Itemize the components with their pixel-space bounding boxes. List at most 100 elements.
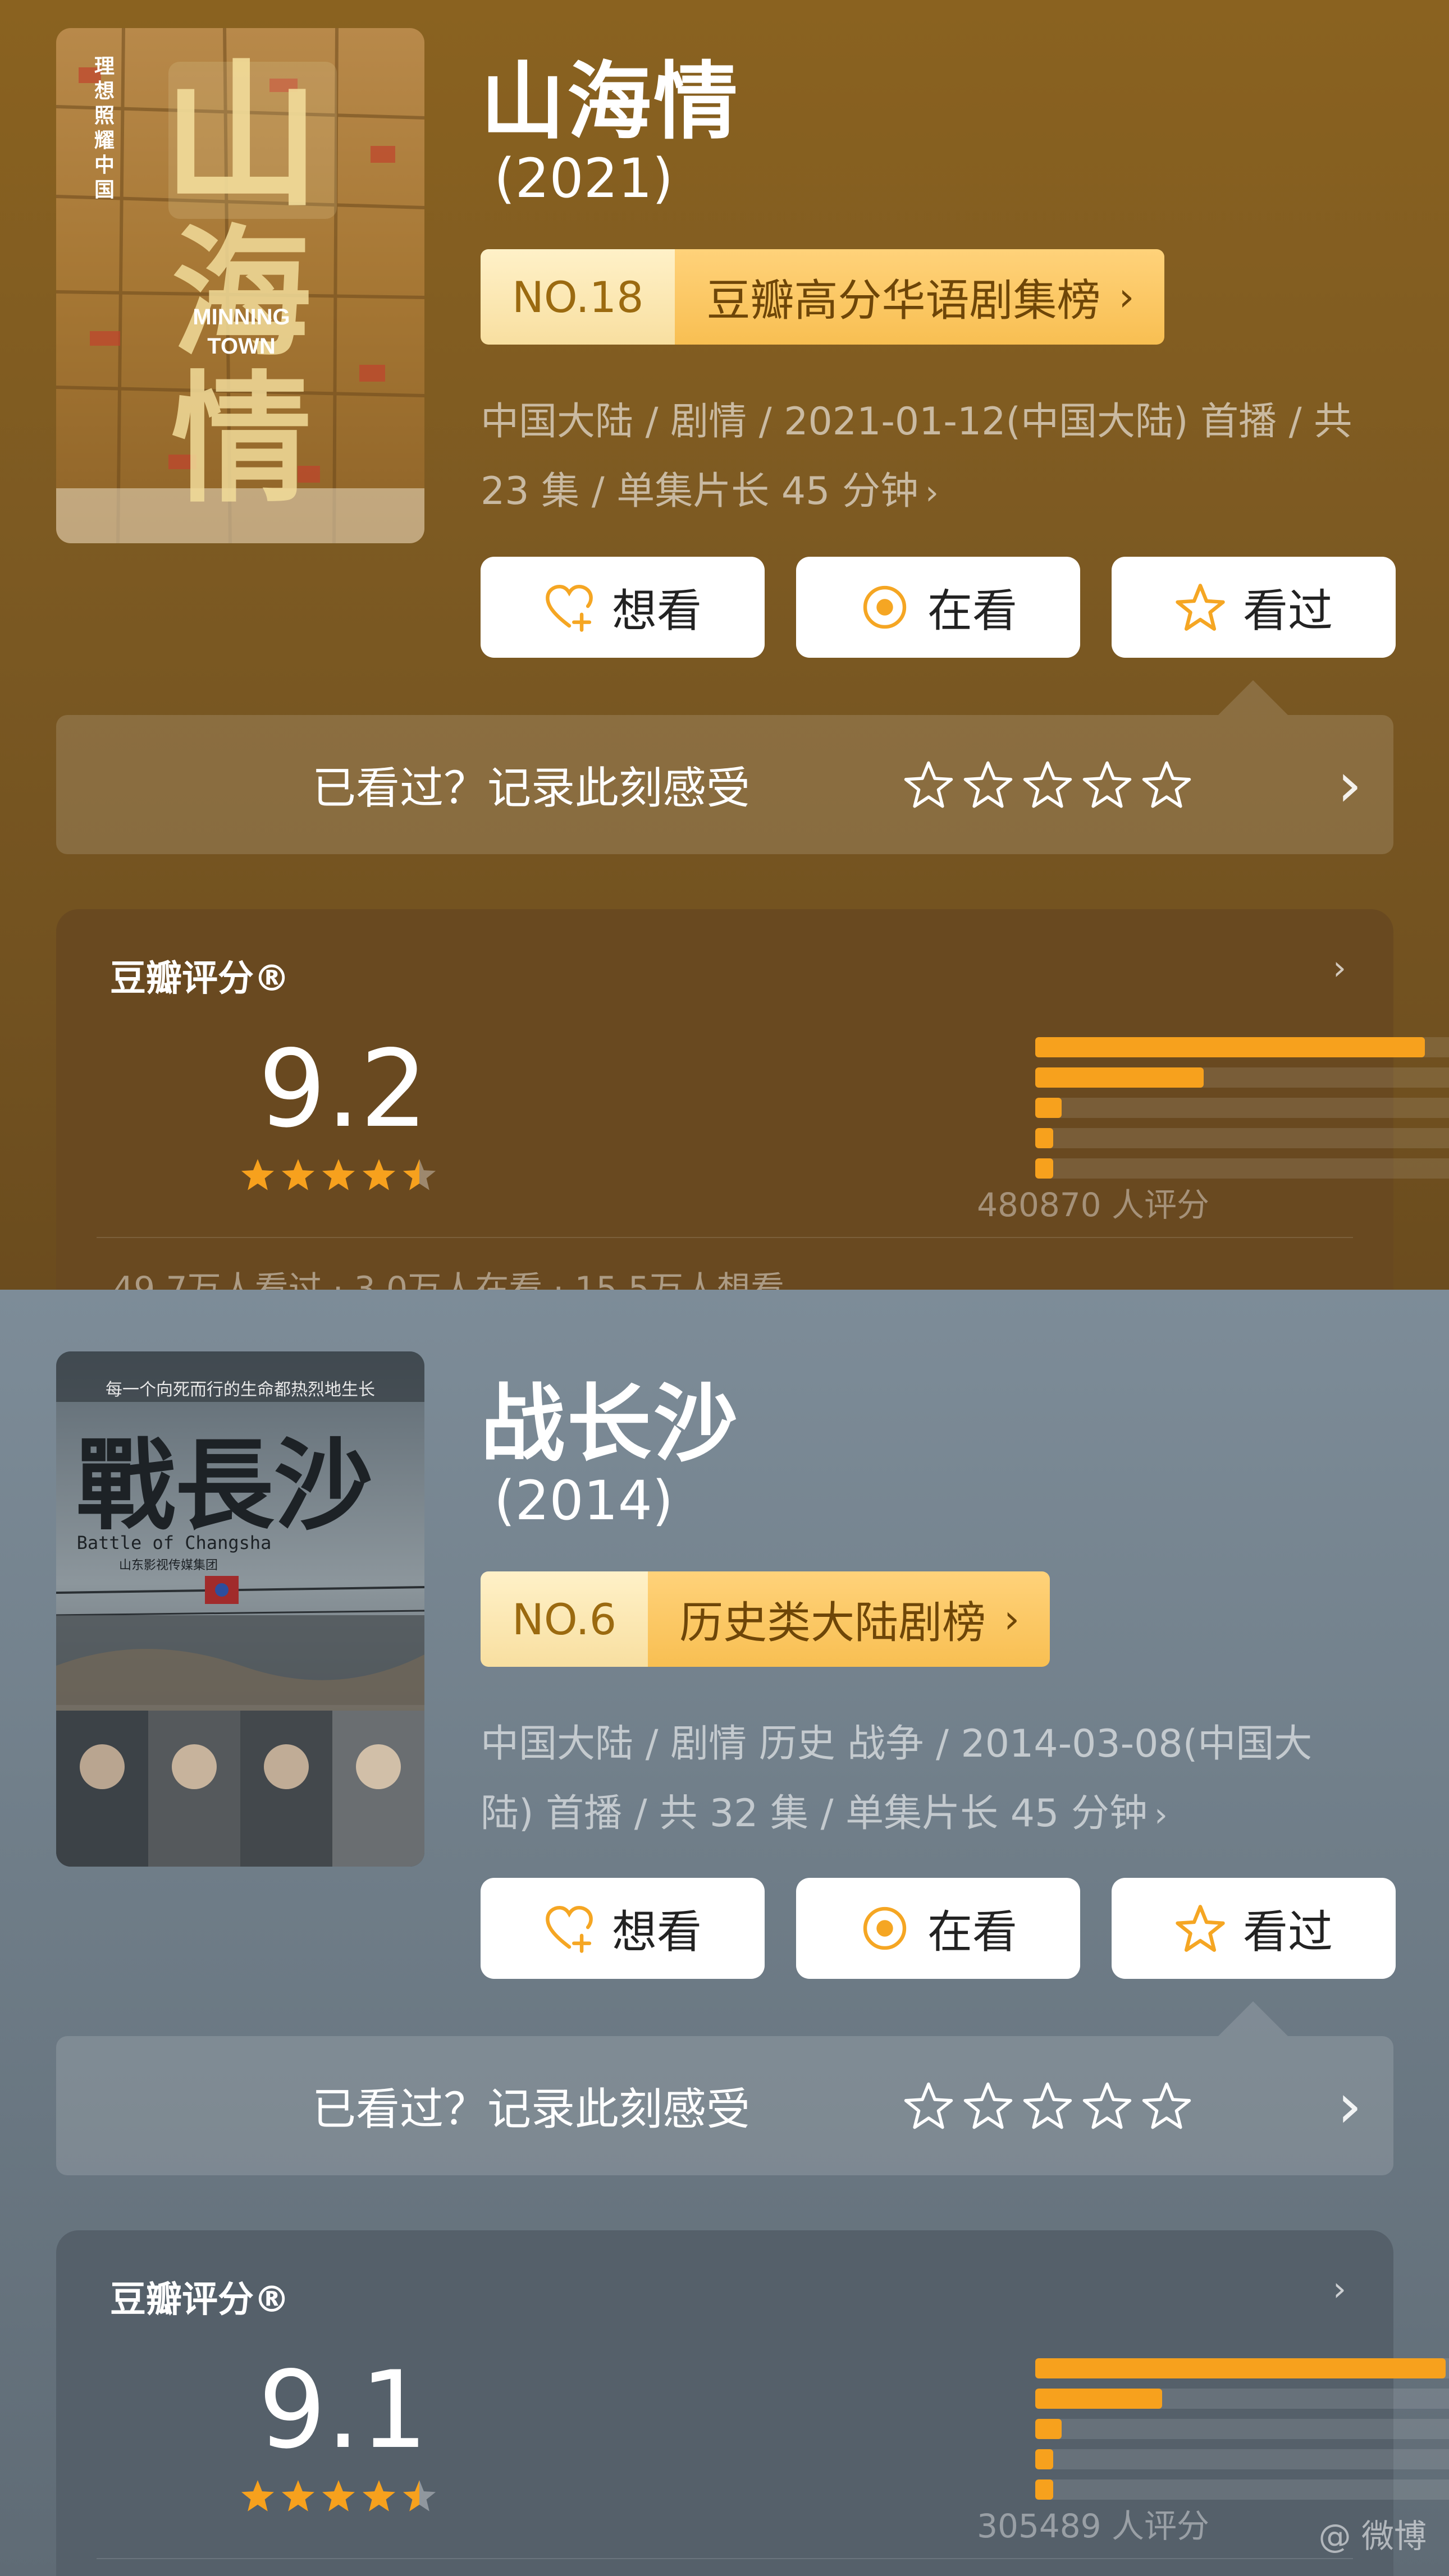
distribution-track — [1035, 1158, 1449, 1179]
distribution-track — [1035, 2389, 1449, 2409]
poster-title-char-3: 情 — [171, 356, 312, 521]
douban-rating-card[interactable]: 豆瓣评分® › 9.2 480870 人评分 49.7万人看过 · 3.0万人在… — [56, 909, 1449, 1290]
rate-stars[interactable] — [903, 759, 1192, 810]
rate-star-icon-1[interactable] — [903, 759, 954, 810]
score-star-icon — [403, 1159, 436, 1190]
distribution-bar — [1035, 2479, 1053, 2500]
rate-star-icon-3[interactable] — [1022, 759, 1073, 810]
rank-badge[interactable]: NO.18 豆瓣高分华语剧集榜 › — [481, 249, 1165, 345]
target-circle-icon — [863, 585, 907, 629]
rating-count: 305489 人评分 — [977, 2507, 1209, 2545]
score-stars — [239, 2477, 438, 2514]
distribution-bar — [1035, 2389, 1163, 2409]
rank-number: NO.6 — [481, 1571, 648, 1667]
star-outline-icon — [1176, 1905, 1225, 1952]
record-prompt: 已看过？记录此刻感受 — [312, 763, 751, 814]
score-star-icon — [281, 1159, 315, 1190]
chevron-right-icon: › — [1333, 948, 1346, 988]
want-to-watch-button[interactable]: 想看 — [481, 557, 765, 658]
movie-panel-zhanchangsha: 每一个向死而行的生命都热烈地生长 戰長沙 Battle of Changsha … — [0, 1290, 1449, 2576]
distribution-track — [1035, 1098, 1449, 1118]
drama-title: 战长沙 — [481, 1376, 741, 1473]
poster-slogan: 每一个向死而行的生命都热烈地生长 — [106, 1380, 375, 1400]
poster-image[interactable]: 每一个向死而行的生命都热烈地生长 戰長沙 Battle of Changsha … — [56, 1351, 424, 1867]
rank-list-name: 豆瓣高分华语剧集榜 — [706, 276, 1101, 326]
rate-star-icon-2[interactable] — [962, 2080, 1014, 2132]
distribution-bar — [1035, 1158, 1053, 1179]
drama-info-line-2: 23 集 / 单集片长 45 分钟 — [481, 469, 919, 514]
movie-panel-shanhaiqing: 山 海 情 MINNING TOWN 理想照 耀中国 山海情 (2021) NO… — [0, 0, 1449, 1290]
watched-button[interactable]: 看过 — [1112, 557, 1396, 658]
heart-plus-icon — [546, 1905, 593, 1953]
rating-label: 豆瓣评分® — [110, 2279, 290, 2321]
svg-text:山东影视传媒集团: 山东影视传媒集团 — [119, 1559, 218, 1573]
target-circle-icon — [863, 1906, 907, 1950]
watching-button[interactable]: 在看 — [796, 557, 1080, 658]
drama-info[interactable]: 中国大陆 / 剧情 / 2021-01-12(中国大陆) 首播 / 共 23 集… — [481, 387, 1390, 528]
weibo-watermark: @ 微博 — [1318, 2517, 1427, 2555]
rate-star-icon-3[interactable] — [1022, 2080, 1073, 2132]
record-feeling-bar[interactable]: 已看过？记录此刻感受 › — [56, 715, 1393, 854]
score-star-icon — [403, 2480, 436, 2511]
svg-text:中: 中 — [94, 154, 115, 177]
douban-rating-card[interactable]: 豆瓣评分® › 9.1 305489 人评分 — [56, 2230, 1449, 2576]
distribution-track — [1035, 1067, 1449, 1088]
rate-star-icon-4[interactable] — [1081, 2080, 1133, 2132]
divider — [97, 1237, 1353, 1238]
distribution-bar — [1035, 1067, 1204, 1088]
watch-stats: 49.7万人看过 · 3.0万人在看 · 15.5万人想看 — [112, 1269, 785, 1290]
callout-pointer — [1218, 680, 1288, 715]
chevron-right-icon: › — [1154, 1795, 1168, 1835]
rating-count: 480870 人评分 — [977, 1186, 1209, 1224]
rank-badge[interactable]: NO.6 历史类大陆剧榜 › — [481, 1571, 1050, 1667]
rank-list-link[interactable]: 豆瓣高分华语剧集榜 › — [675, 249, 1165, 345]
poster-english: Battle of Changsha — [77, 1532, 272, 1553]
chevron-right-icon: › — [1333, 2270, 1346, 2309]
score-stars — [239, 1156, 438, 1193]
record-feeling-bar[interactable]: 已看过？记录此刻感受 › — [56, 2036, 1393, 2175]
rank-list-link[interactable]: 历史类大陆剧榜 › — [648, 1571, 1050, 1667]
poster-title: 戰長沙 — [76, 1427, 373, 1543]
drama-year: (2014) — [494, 1469, 674, 1532]
watched-button[interactable]: 看过 — [1112, 1878, 1396, 1979]
rate-stars[interactable] — [903, 2080, 1192, 2132]
distribution-bar — [1035, 2358, 1446, 2378]
distribution-track — [1035, 1037, 1449, 1057]
distribution-track — [1035, 2419, 1449, 2439]
rate-star-icon-2[interactable] — [962, 759, 1014, 810]
record-prompt: 已看过？记录此刻感受 — [312, 2084, 751, 2135]
rate-star-icon-5[interactable] — [1141, 759, 1192, 810]
heart-plus-icon — [546, 584, 593, 632]
score-star-icon — [362, 2480, 396, 2511]
score-star-icon — [281, 2480, 315, 2511]
svg-text:国: 国 — [94, 178, 115, 201]
svg-text:照: 照 — [94, 104, 115, 127]
drama-year: (2021) — [494, 147, 674, 210]
rate-star-icon-4[interactable] — [1081, 759, 1133, 810]
drama-title: 山海情 — [481, 53, 741, 151]
score-star-icon — [241, 2480, 275, 2511]
poster-title-char-1: 山 — [163, 44, 320, 228]
rate-star-icon-5[interactable] — [1141, 2080, 1192, 2132]
score-star-icon — [362, 1159, 396, 1190]
poster-image[interactable]: 山 海 情 MINNING TOWN 理想照 耀中国 — [56, 28, 424, 543]
want-to-watch-button[interactable]: 想看 — [481, 1878, 765, 1979]
distribution-bar — [1035, 2449, 1053, 2469]
distribution-track — [1035, 2358, 1449, 2378]
rating-score: 9.1 — [258, 2348, 428, 2472]
distribution-track — [1035, 1128, 1449, 1148]
distribution-bar — [1035, 1037, 1425, 1057]
svg-text:TOWN: TOWN — [207, 334, 275, 359]
mark-buttons: 想看 在看 看过 — [481, 1878, 1396, 1979]
watching-button[interactable]: 在看 — [796, 1878, 1080, 1979]
divider — [97, 2558, 1353, 2559]
score-star-icon — [322, 2480, 355, 2511]
rate-star-icon-1[interactable] — [903, 2080, 954, 2132]
watched-label: 看过 — [1243, 585, 1333, 637]
distribution-track — [1035, 2479, 1449, 2500]
rank-number: NO.18 — [481, 249, 675, 345]
rating-label: 豆瓣评分® — [110, 958, 290, 1000]
drama-info[interactable]: 中国大陆 / 剧情 历史 战争 / 2014-03-08(中国大 陆) 首播 /… — [481, 1709, 1390, 1850]
distribution-bar — [1035, 2419, 1062, 2439]
callout-pointer — [1218, 2001, 1288, 2036]
